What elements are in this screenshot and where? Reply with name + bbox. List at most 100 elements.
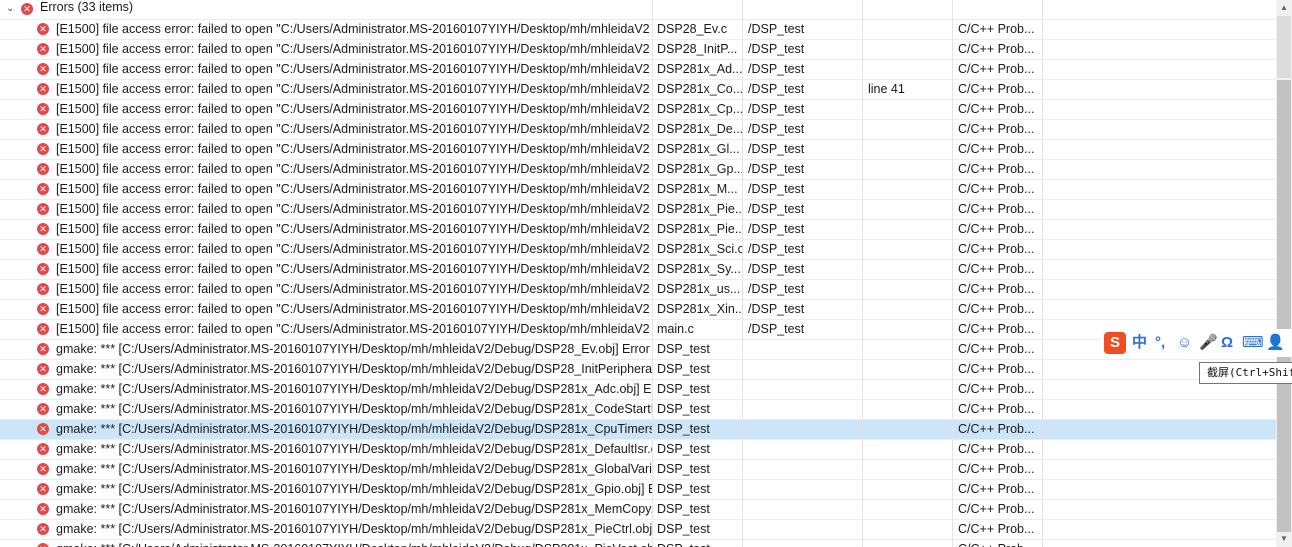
description-text: [E1500] file access error: failed to ope… xyxy=(56,302,650,316)
type-cell: C/C++ Prob... xyxy=(952,500,1042,519)
chinese-mode-button[interactable]: 中 xyxy=(1132,332,1147,354)
table-row[interactable]: ✕ [E1500] file access error: failed to op… xyxy=(0,20,1276,40)
vertical-scrollbar[interactable]: ▲ ▼ xyxy=(1276,0,1292,547)
table-row[interactable]: ✕ [E1500] file access error: failed to op… xyxy=(0,240,1276,260)
empty-cell xyxy=(1042,480,1276,499)
table-row[interactable]: ✕ gmake: *** [C:/Users/Administrator.MS-2… xyxy=(0,440,1276,460)
column-divider xyxy=(1042,0,1276,19)
path-cell xyxy=(742,540,862,547)
table-row[interactable]: ✕ [E1500] file access error: failed to op… xyxy=(0,280,1276,300)
type-cell: C/C++ Prob... xyxy=(952,220,1042,239)
table-row[interactable]: ✕ [E1500] file access error: failed to op… xyxy=(0,80,1276,100)
description-text: [E1500] file access error: failed to ope… xyxy=(56,102,650,116)
type-cell: C/C++ Prob... xyxy=(952,200,1042,219)
location-cell xyxy=(862,360,952,379)
type-cell: C/C++ Prob... xyxy=(952,180,1042,199)
table-row[interactable]: ✕ [E1500] file access error: failed to op… xyxy=(0,320,1276,340)
table-row[interactable]: ✕ gmake: *** [C:/Users/Administrator.MS-2… xyxy=(0,460,1276,480)
description-text: gmake: *** [C:/Users/Administrator.MS-20… xyxy=(56,482,652,496)
table-row[interactable]: ✕ [E1500] file access error: failed to op… xyxy=(0,260,1276,280)
table-row[interactable]: ✕ gmake: *** [C:/Users/Administrator.MS-2… xyxy=(0,340,1276,360)
error-icon: ✕ xyxy=(37,163,49,175)
collapse-chevron-icon[interactable]: ⌄ xyxy=(6,2,18,16)
table-row[interactable]: ✕ [E1500] file access error: failed to op… xyxy=(0,120,1276,140)
description-cell: ✕ [E1500] file access error: failed to op… xyxy=(0,320,652,339)
location-cell xyxy=(862,280,952,299)
description-text: [E1500] file access error: failed to ope… xyxy=(56,62,650,76)
scroll-up-arrow-icon[interactable]: ▲ xyxy=(1276,0,1292,16)
table-row[interactable]: ✕ [E1500] file access error: failed to op… xyxy=(0,300,1276,320)
description-text: [E1500] file access error: failed to ope… xyxy=(56,282,650,296)
path-cell xyxy=(742,500,862,519)
table-row[interactable]: ✕ [E1500] file access error: failed to op… xyxy=(0,40,1276,60)
error-icon: ✕ xyxy=(37,223,49,235)
symbols-icon[interactable]: Ω xyxy=(1221,332,1233,354)
scroll-down-arrow-icon[interactable]: ▼ xyxy=(1276,531,1292,547)
path-cell: /DSP_test xyxy=(742,120,862,139)
empty-cell xyxy=(1042,100,1276,119)
type-cell: C/C++ Prob... xyxy=(952,240,1042,259)
table-row[interactable]: ✕ [E1500] file access error: failed to op… xyxy=(0,160,1276,180)
resource-cell: DSP281x_De... xyxy=(652,120,742,139)
path-cell: /DSP_test xyxy=(742,160,862,179)
table-row[interactable]: ✕ [E1500] file access error: failed to op… xyxy=(0,220,1276,240)
table-row[interactable]: ✕ [E1500] file access error: failed to op… xyxy=(0,180,1276,200)
table-row[interactable]: ✕ gmake: *** [C:/Users/Administrator.MS-2… xyxy=(0,380,1276,400)
table-row[interactable]: ✕ gmake: *** [C:/Users/Administrator.MS-2… xyxy=(0,500,1276,520)
location-cell xyxy=(862,200,952,219)
description-cell: ✕ [E1500] file access error: failed to op… xyxy=(0,200,652,219)
resource-cell: DSP28_InitP... xyxy=(652,40,742,59)
resource-cell: DSP281x_Sci.c xyxy=(652,240,742,259)
type-cell: C/C++ Prob... xyxy=(952,320,1042,339)
scroll-thumb[interactable] xyxy=(1277,16,1291,78)
type-cell: C/C++ Prob... xyxy=(952,400,1042,419)
sogou-logo-icon[interactable]: S xyxy=(1104,332,1126,354)
resource-cell: DSP281x_Ad... xyxy=(652,60,742,79)
table-row[interactable]: ✕ [E1500] file access error: failed to op… xyxy=(0,200,1276,220)
voice-icon[interactable]: 🎤 xyxy=(1199,332,1218,354)
path-cell: /DSP_test xyxy=(742,240,862,259)
user-icon[interactable]: 👤 xyxy=(1266,332,1285,354)
empty-cell xyxy=(1042,400,1276,419)
location-cell xyxy=(862,540,952,547)
table-row[interactable]: ✕ gmake: *** [C:/Users/Administrator.MS-2… xyxy=(0,540,1276,547)
table-row[interactable]: ✕ gmake: *** [C:/Users/Administrator.MS-2… xyxy=(0,520,1276,540)
path-cell: /DSP_test xyxy=(742,20,862,39)
location-cell xyxy=(862,440,952,459)
location-cell xyxy=(862,160,952,179)
description-cell: ✕ gmake: *** [C:/Users/Administrator.MS-2… xyxy=(0,420,652,439)
path-cell: /DSP_test xyxy=(742,200,862,219)
error-icon: ✕ xyxy=(37,343,49,355)
table-row[interactable]: ✕ gmake: *** [C:/Users/Administrator.MS-2… xyxy=(0,360,1276,380)
location-cell: line 41 xyxy=(862,80,952,99)
table-row[interactable]: ✕ [E1500] file access error: failed to op… xyxy=(0,100,1276,120)
table-row[interactable]: ✕ [E1500] file access error: failed to op… xyxy=(0,140,1276,160)
empty-cell xyxy=(1042,520,1276,539)
empty-cell xyxy=(1042,260,1276,279)
table-row[interactable]: ✕ gmake: *** [C:/Users/Administrator.MS-2… xyxy=(0,420,1276,440)
path-cell xyxy=(742,460,862,479)
table-row[interactable]: ✕ gmake: *** [C:/Users/Administrator.MS-2… xyxy=(0,400,1276,420)
location-cell xyxy=(862,300,952,319)
empty-cell xyxy=(1042,460,1276,479)
punctuation-button[interactable]: °, xyxy=(1155,332,1165,354)
description-cell: ✕ [E1500] file access error: failed to op… xyxy=(0,80,652,99)
table-row[interactable]: ✕ [E1500] file access error: failed to op… xyxy=(0,60,1276,80)
description-cell: ✕ [E1500] file access error: failed to op… xyxy=(0,100,652,119)
empty-cell xyxy=(1042,420,1276,439)
error-icon: ✕ xyxy=(37,103,49,115)
emoji-icon[interactable]: ☺ xyxy=(1177,332,1192,354)
keyboard-icon[interactable]: ⌨ xyxy=(1242,332,1264,354)
error-icon: ✕ xyxy=(37,203,49,215)
description-cell: ✕ [E1500] file access error: failed to op… xyxy=(0,20,652,39)
resource-cell: DSP281x_Cp... xyxy=(652,100,742,119)
description-text: [E1500] file access error: failed to ope… xyxy=(56,162,650,176)
description-text: gmake: *** [C:/Users/Administrator.MS-20… xyxy=(56,402,652,416)
scroll-track[interactable] xyxy=(1277,80,1291,532)
type-cell: C/C++ Prob... xyxy=(952,420,1042,439)
type-cell: C/C++ Prob... xyxy=(952,20,1042,39)
group-row-errors[interactable]: ⌄ ✕ Errors (33 items) xyxy=(0,0,1276,20)
error-icon: ✕ xyxy=(37,543,49,547)
table-row[interactable]: ✕ gmake: *** [C:/Users/Administrator.MS-2… xyxy=(0,480,1276,500)
resource-cell: DSP_test xyxy=(652,520,742,539)
